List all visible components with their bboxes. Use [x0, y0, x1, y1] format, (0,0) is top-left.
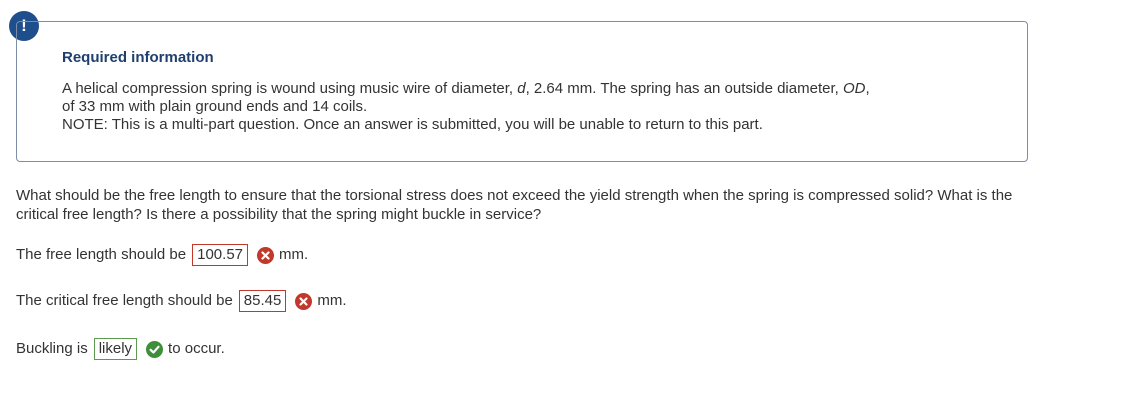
info-line-2: of 33 mm with plain ground ends and 14 c… — [62, 98, 368, 115]
answer-label: The critical free length should be — [16, 292, 233, 309]
info-text: A helical compression spring is wound us… — [62, 80, 1002, 134]
unit-label: mm. — [279, 246, 309, 263]
answer-row-buckling: Buckling is likely to occur. — [16, 338, 225, 360]
question-text: What should be the free length to ensure… — [16, 187, 1013, 223]
answer-row-free-length: The free length should be 100.57 mm. — [16, 244, 308, 266]
info-line-1: A helical compression spring is wound us… — [62, 80, 870, 97]
unit-label: mm. — [317, 292, 347, 309]
suffix-label: to occur. — [168, 340, 225, 357]
answer-row-critical-length: The critical free length should be 85.45… — [16, 290, 347, 312]
check-circle-icon — [146, 340, 164, 358]
free-length-answer-field[interactable]: 100.57 — [192, 244, 249, 266]
info-title: Required information — [62, 49, 214, 66]
x-circle-icon — [295, 292, 313, 310]
answer-label: Buckling is — [16, 340, 88, 357]
x-circle-icon — [257, 246, 275, 264]
info-note: NOTE: This is a multi-part question. Onc… — [62, 116, 763, 133]
critical-length-answer-field[interactable]: 85.45 — [238, 290, 287, 312]
answer-label: The free length should be — [16, 246, 187, 263]
buckling-answer-select[interactable]: likely — [93, 338, 138, 360]
